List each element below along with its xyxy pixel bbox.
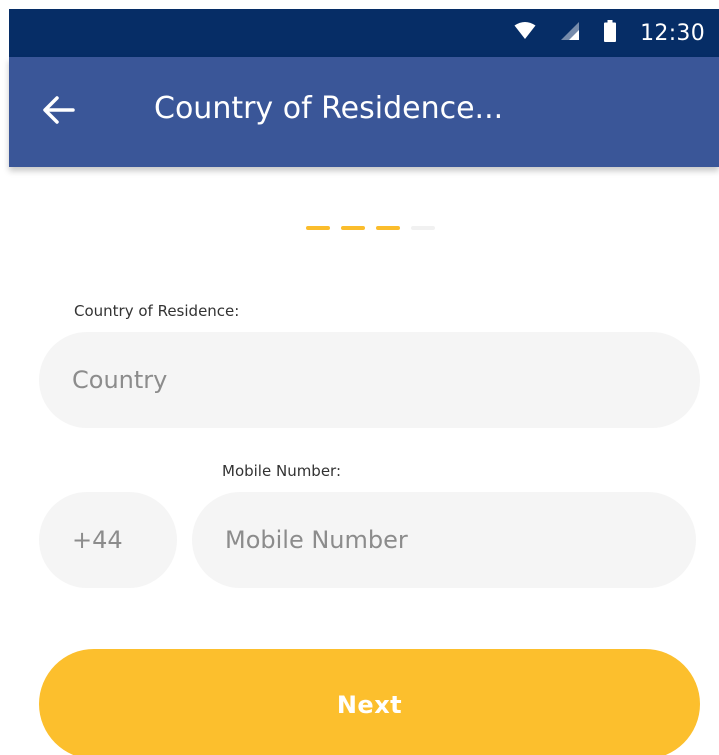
status-bar: 12:30 (9, 9, 719, 57)
status-time: 12:30 (640, 20, 705, 46)
next-button[interactable]: Next (39, 649, 700, 755)
mobile-number-label: Mobile Number: (222, 462, 342, 480)
status-icons: 12:30 (514, 9, 705, 57)
app-bar: Country of Residence... (9, 57, 719, 167)
step-indicator-2 (341, 226, 365, 230)
country-code-selector[interactable]: +44 (39, 492, 177, 588)
progress-stepper (306, 226, 435, 230)
wifi-icon (514, 21, 536, 45)
page-title: Country of Residence... (154, 91, 504, 126)
country-code-value: +44 (72, 526, 123, 554)
battery-icon (604, 19, 617, 47)
step-indicator-1 (306, 226, 330, 230)
mobile-number-input[interactable] (192, 492, 696, 588)
country-input[interactable] (39, 332, 700, 428)
country-label: Country of Residence: (74, 302, 240, 320)
step-indicator-3 (376, 226, 400, 230)
step-indicator-4 (411, 226, 435, 230)
registration-screen: 12:30 Country of Residence... Country of… (0, 0, 719, 755)
arrow-left-icon (42, 95, 76, 130)
cellular-signal-icon (560, 21, 580, 46)
back-button[interactable] (39, 92, 79, 132)
